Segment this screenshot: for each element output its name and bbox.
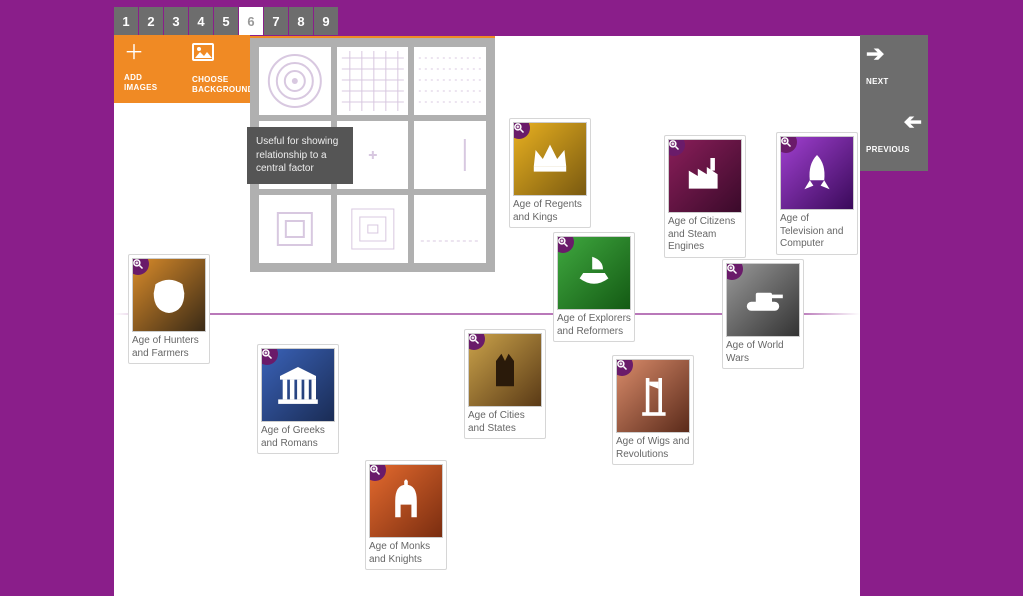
card-thumbnail <box>132 258 206 332</box>
card-caption: Age of Cities and States <box>468 407 542 435</box>
step-tabs: 123456789 <box>114 7 338 35</box>
card-cities[interactable]: Age of Cities and States <box>464 329 546 439</box>
background-option-squares2[interactable] <box>337 195 409 263</box>
card-worldwars[interactable]: Age of World Wars <box>722 259 804 369</box>
card-regents[interactable]: Age of Regents and Kings <box>509 118 591 228</box>
card-tv[interactable]: Age of Television and Computer <box>776 132 858 255</box>
plus-icon: ＋ <box>124 43 172 63</box>
step-tab-9[interactable]: 9 <box>314 7 338 35</box>
card-caption: Age of Hunters and Farmers <box>132 332 206 360</box>
card-thumbnail <box>468 333 542 407</box>
card-caption: Age of World Wars <box>726 337 800 365</box>
card-caption: Age of Wigs and Revolutions <box>616 433 690 461</box>
step-tab-4[interactable]: 4 <box>189 7 213 35</box>
card-monks[interactable]: Age of Monks and Knights <box>365 460 447 570</box>
next-button[interactable]: ➔ NEXT <box>860 35 928 103</box>
background-option-vline[interactable] <box>414 121 486 189</box>
card-thumbnail <box>369 464 443 538</box>
step-tab-7[interactable]: 7 <box>264 7 288 35</box>
card-explorers[interactable]: Age of Explorers and Reformers <box>553 232 635 342</box>
step-tab-5[interactable]: 5 <box>214 7 238 35</box>
add-images-button[interactable]: ＋ ADD IMAGES <box>114 35 182 103</box>
card-thumbnail <box>616 359 690 433</box>
card-thumbnail <box>261 348 335 422</box>
step-tab-2[interactable]: 2 <box>139 7 163 35</box>
add-images-label: ADD IMAGES <box>124 73 172 92</box>
background-option-tooltip: Useful for showing relationship to a cen… <box>247 127 353 184</box>
action-bar: ＋ ADD IMAGES CHOOSE BACKGROUND <box>114 35 250 103</box>
card-caption: Age of Citizens and Steam Engines <box>668 213 742 254</box>
card-thumbnail <box>668 139 742 213</box>
card-greeks[interactable]: Age of Greeks and Romans <box>257 344 339 454</box>
step-tab-3[interactable]: 3 <box>164 7 188 35</box>
picture-icon <box>192 43 240 65</box>
card-citizens[interactable]: Age of Citizens and Steam Engines <box>664 135 746 258</box>
choose-background-label: CHOOSE BACKGROUND <box>192 75 240 94</box>
step-tab-1[interactable]: 1 <box>114 7 138 35</box>
card-thumbnail <box>513 122 587 196</box>
previous-button[interactable]: ➔ PREVIOUS <box>860 103 928 171</box>
arrow-right-icon: ➔ <box>866 43 922 65</box>
card-caption: Age of Greeks and Romans <box>261 422 335 450</box>
card-caption: Age of Explorers and Reformers <box>557 310 631 338</box>
next-label: NEXT <box>866 77 922 86</box>
choose-background-button[interactable]: CHOOSE BACKGROUND <box>182 35 250 103</box>
card-thumbnail <box>780 136 854 210</box>
background-option-dashline[interactable] <box>414 195 486 263</box>
step-tab-8[interactable]: 8 <box>289 7 313 35</box>
card-wigs[interactable]: Age of Wigs and Revolutions <box>612 355 694 465</box>
arrow-left-icon: ➔ <box>866 111 922 133</box>
background-option-circles[interactable] <box>259 47 331 115</box>
card-caption: Age of Monks and Knights <box>369 538 443 566</box>
card-hunters[interactable]: Age of Hunters and Farmers <box>128 254 210 364</box>
step-tab-6[interactable]: 6 <box>239 7 263 35</box>
background-option-grid[interactable] <box>337 47 409 115</box>
card-caption: Age of Television and Computer <box>780 210 854 251</box>
previous-label: PREVIOUS <box>866 145 922 154</box>
nav-panel: ➔ NEXT ➔ PREVIOUS <box>860 35 928 171</box>
background-option-squares1[interactable] <box>259 195 331 263</box>
card-thumbnail <box>726 263 800 337</box>
card-caption: Age of Regents and Kings <box>513 196 587 224</box>
background-option-hlines[interactable] <box>414 47 486 115</box>
card-thumbnail <box>557 236 631 310</box>
